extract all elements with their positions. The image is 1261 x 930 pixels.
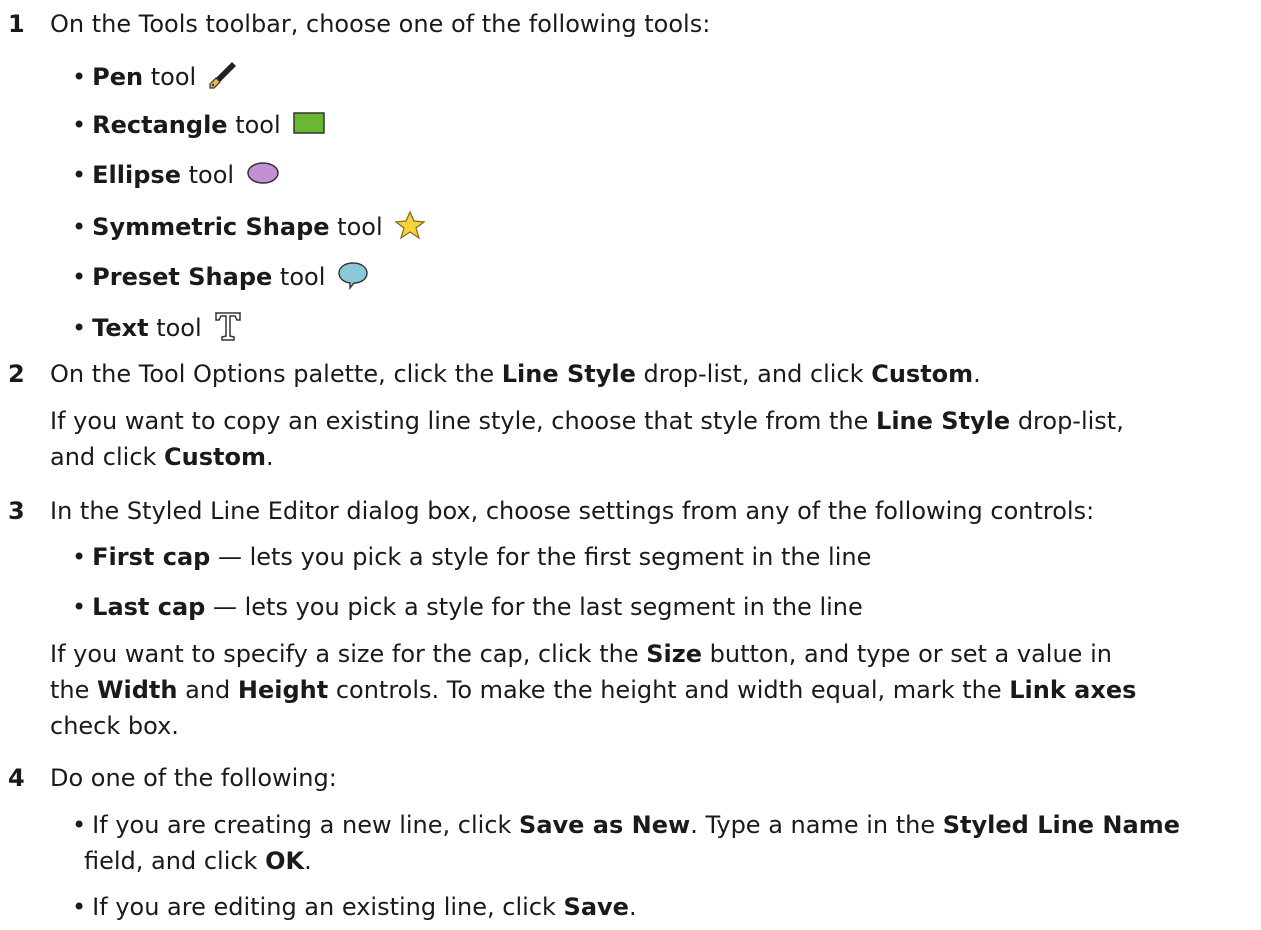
tool-item-rectangle: • Rectangle tool [72,110,326,142]
control-first-cap: • First cap — lets you pick a style for t… [72,543,872,571]
option-save: • If you are editing an existing line, cl… [72,893,637,921]
step-3-note-line-3: check box. [50,712,179,740]
tool-item-preset-shape: • Preset Shape tool [72,260,369,296]
tool-item-pen: • Pen tool [72,60,238,96]
step-3-note-line-1: If you want to specify a size for the ca… [50,640,1112,668]
step-3-note-line-2: the Width and Height controls. To make t… [50,676,1137,704]
step-4-number: 4 [8,764,25,792]
step-1-text: On the Tools toolbar, choose one of the … [50,10,711,38]
pen-icon [208,60,238,96]
star-icon [394,210,426,246]
step-1-number: 1 [8,10,25,38]
speech-bubble-icon [337,260,369,296]
control-last-cap: • Last cap — lets you pick a style for th… [72,593,863,621]
step-2-number: 2 [8,360,25,388]
step-4-text: Do one of the following: [50,764,337,792]
tool-item-text: • Text tool [72,310,243,348]
step-2-note-line-2: and click Custom. [50,443,274,471]
tool-item-symmetric-shape: • Symmetric Shape tool [72,210,426,246]
option-save-as-new-line-2: field, and click OK. [84,847,312,875]
ellipse-icon [246,160,280,192]
step-3-text: In the Styled Line Editor dialog box, ch… [50,497,1095,525]
help-document: 1 On the Tools toolbar, choose one of th… [0,0,1261,930]
rectangle-icon [292,110,326,142]
step-3-number: 3 [8,497,25,525]
step-2-note-line-1: If you want to copy an existing line sty… [50,407,1124,435]
tool-item-ellipse: • Ellipse tool [72,160,280,192]
text-icon [213,310,243,348]
option-save-as-new-line-1: • If you are creating a new line, click S… [72,811,1180,839]
step-2-text: On the Tool Options palette, click the L… [50,360,981,388]
